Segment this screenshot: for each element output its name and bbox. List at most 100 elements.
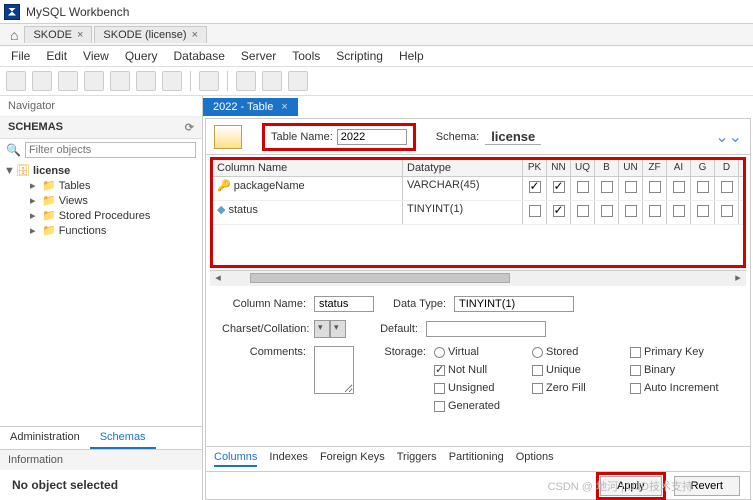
checkbox[interactable]	[673, 181, 685, 193]
checkbox[interactable]	[649, 181, 661, 193]
tab-schemas[interactable]: Schemas	[90, 427, 156, 449]
menu-server[interactable]: Server	[234, 48, 283, 64]
diamond-icon: ◆	[217, 204, 225, 216]
table-name-input[interactable]	[337, 129, 407, 145]
menu-view[interactable]: View	[76, 48, 116, 64]
refresh-icon[interactable]: ⟳	[185, 121, 194, 134]
toolbar-separator	[227, 71, 228, 91]
tab-administration[interactable]: Administration	[0, 427, 90, 449]
checkbox[interactable]	[697, 205, 709, 217]
checkbox[interactable]	[577, 181, 589, 193]
toolbar-button[interactable]	[262, 71, 282, 91]
check-binary[interactable]: Binary	[630, 364, 710, 376]
close-icon[interactable]: ×	[281, 101, 287, 113]
checkbox[interactable]	[625, 181, 637, 193]
scroll-right-icon[interactable]: ▸	[730, 271, 746, 287]
subtab-partitioning[interactable]: Partitioning	[449, 451, 504, 467]
app-title: MySQL Workbench	[26, 5, 129, 19]
checkbox[interactable]	[601, 181, 613, 193]
checkbox[interactable]	[721, 181, 733, 193]
menu-query[interactable]: Query	[118, 48, 165, 64]
toolbar-separator	[190, 71, 191, 91]
scroll-thumb[interactable]	[250, 273, 510, 283]
checkbox-nn[interactable]	[553, 181, 565, 193]
check-unsigned[interactable]: Unsigned	[434, 382, 514, 394]
menu-help[interactable]: Help	[392, 48, 431, 64]
toolbar	[0, 66, 753, 96]
close-icon[interactable]: ×	[77, 29, 83, 41]
default-input[interactable]	[426, 321, 546, 337]
menu-scripting[interactable]: Scripting	[329, 48, 390, 64]
editor-tabs: 2022 - Table×	[203, 96, 753, 118]
toolbar-button[interactable]	[162, 71, 182, 91]
toolbar-button[interactable]	[32, 71, 52, 91]
subtab-indexes[interactable]: Indexes	[269, 451, 308, 467]
information-header: Information	[0, 449, 202, 470]
checkbox[interactable]	[673, 205, 685, 217]
checkbox[interactable]	[697, 181, 709, 193]
table-icon	[214, 125, 242, 149]
title-bar: MySQL Workbench	[0, 0, 753, 24]
column-row[interactable]: ◆status TINYINT(1)	[213, 201, 743, 225]
key-icon: 🔑	[217, 180, 231, 192]
menu-edit[interactable]: Edit	[39, 48, 74, 64]
toolbar-button[interactable]	[288, 71, 308, 91]
close-icon[interactable]: ×	[192, 29, 198, 41]
check-generated[interactable]: Generated	[434, 400, 514, 412]
comments-input[interactable]	[314, 346, 354, 394]
checkbox-pk[interactable]	[529, 205, 541, 217]
toolbar-button[interactable]	[199, 71, 219, 91]
subtab-columns[interactable]: Columns	[214, 451, 257, 467]
collapse-icon[interactable]: ⌄⌄	[715, 127, 742, 147]
menu-file[interactable]: File	[4, 48, 37, 64]
column-row[interactable]: 🔑packageName VARCHAR(45)	[213, 177, 743, 201]
data-type-input[interactable]	[454, 296, 574, 312]
subtab-foreign-keys[interactable]: Foreign Keys	[320, 451, 385, 467]
tree-folder[interactable]: ▸📁Views	[4, 193, 198, 208]
toolbar-button[interactable]	[136, 71, 156, 91]
home-icon[interactable]: ⌂	[4, 27, 24, 43]
checkbox-pk[interactable]	[529, 181, 541, 193]
tree-folder[interactable]: ▸📁Tables	[4, 178, 198, 193]
checkbox[interactable]	[721, 205, 733, 217]
collation-dropdown[interactable]	[330, 320, 346, 338]
menu-database[interactable]: Database	[167, 48, 232, 64]
charset-dropdown[interactable]	[314, 320, 330, 338]
toolbar-button[interactable]	[6, 71, 26, 91]
menu-tools[interactable]: Tools	[285, 48, 327, 64]
checkbox[interactable]	[577, 205, 589, 217]
check-not-null[interactable]: Not Null	[434, 364, 514, 376]
navigator-bottom-tabs: Administration Schemas	[0, 426, 202, 449]
checkbox-nn[interactable]	[553, 205, 565, 217]
subtab-triggers[interactable]: Triggers	[397, 451, 437, 467]
tree-folder[interactable]: ▸📁Functions	[4, 223, 198, 238]
column-name-input[interactable]	[314, 296, 374, 312]
tree-db-node[interactable]: ▼🗄license	[4, 163, 198, 178]
toolbar-button[interactable]	[236, 71, 256, 91]
window-tab[interactable]: SKODE×	[24, 26, 92, 43]
checkbox[interactable]	[649, 205, 661, 217]
grid-header: Column Name Datatype PK NN UQ B UN ZF AI…	[213, 160, 743, 177]
editor-panel: 2022 - Table× Table Name: Schema: licens…	[203, 96, 753, 500]
horizontal-scrollbar[interactable]: ◂ ▸	[210, 270, 746, 286]
toolbar-button[interactable]	[58, 71, 78, 91]
column-detail: Column Name: Data Type: Charset/Collatio…	[206, 286, 750, 446]
toolbar-button[interactable]	[84, 71, 104, 91]
editor-tab[interactable]: 2022 - Table×	[203, 98, 298, 116]
toolbar-button[interactable]	[110, 71, 130, 91]
window-tab[interactable]: SKODE (license)×	[94, 26, 207, 43]
checkbox[interactable]	[601, 205, 613, 217]
menu-bar: File Edit View Query Database Server Too…	[0, 46, 753, 66]
scroll-left-icon[interactable]: ◂	[210, 271, 226, 287]
check-zero-fill[interactable]: Zero Fill	[532, 382, 612, 394]
radio-virtual[interactable]: Virtual	[434, 346, 514, 358]
checkbox[interactable]	[625, 205, 637, 217]
radio-stored[interactable]: Stored	[532, 346, 612, 358]
check-unique[interactable]: Unique	[532, 364, 612, 376]
filter-input[interactable]	[25, 142, 196, 158]
tree-folder[interactable]: ▸📁Stored Procedures	[4, 208, 198, 223]
check-primary-key[interactable]: Primary Key	[630, 346, 710, 358]
check-auto-increment[interactable]: Auto Increment	[630, 382, 719, 394]
subtab-options[interactable]: Options	[516, 451, 554, 467]
watermark: CSDN @ 地河 | U3D技术支持	[548, 478, 693, 494]
